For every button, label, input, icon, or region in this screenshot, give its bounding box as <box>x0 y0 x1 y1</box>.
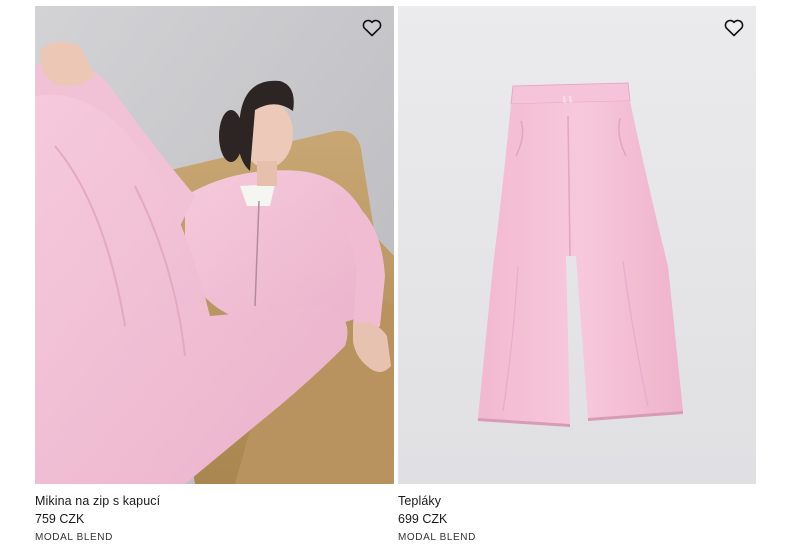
product-grid: Mikina na zip s kapucí 759 CZK MODAL BLE… <box>35 6 756 545</box>
product-name[interactable]: Tepláky <box>398 493 756 509</box>
product-photo-model-hoodie[interactable] <box>35 6 394 484</box>
product-tag: MODAL BLEND <box>35 532 113 543</box>
product-image-frame[interactable] <box>35 6 394 484</box>
product-info: Mikina na zip s kapucí 759 CZK MODAL BLE… <box>35 484 394 545</box>
product-name[interactable]: Mikina na zip s kapucí <box>35 493 394 509</box>
wishlist-heart-icon[interactable] <box>722 16 746 40</box>
product-image-frame[interactable] <box>398 6 756 484</box>
product-card[interactable]: Tepláky 699 CZK MODAL BLEND <box>398 6 756 545</box>
wishlist-heart-icon[interactable] <box>360 16 384 40</box>
product-info: Tepláky 699 CZK MODAL BLEND <box>398 484 756 545</box>
product-tag: MODAL BLEND <box>398 532 476 543</box>
product-photo-sweatpants[interactable] <box>398 6 756 484</box>
product-card[interactable]: Mikina na zip s kapucí 759 CZK MODAL BLE… <box>35 6 394 545</box>
product-price: 759 CZK <box>35 512 85 526</box>
product-price: 699 CZK <box>398 512 448 526</box>
